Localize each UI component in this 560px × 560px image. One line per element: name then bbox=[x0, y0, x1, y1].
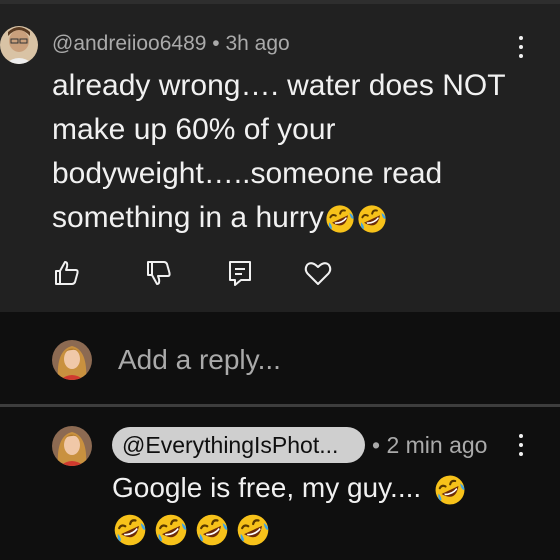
add-reply-input[interactable]: Add a reply... bbox=[118, 344, 281, 376]
rofl-emoji-icon bbox=[153, 512, 189, 548]
reply-body: Google is free, my guy.... bbox=[112, 472, 422, 503]
reply-divider bbox=[0, 404, 560, 407]
mention-chip[interactable]: @EverythingIsPhot... bbox=[112, 427, 365, 463]
comment-meta[interactable]: @andreiioo6489 • 3h ago bbox=[52, 32, 290, 56]
more-options-icon[interactable] bbox=[518, 36, 524, 58]
current-user-avatar bbox=[52, 340, 92, 380]
commenter-avatar[interactable] bbox=[0, 26, 38, 64]
more-options-icon[interactable] bbox=[518, 434, 524, 456]
rofl-emoji-icon bbox=[356, 203, 388, 235]
reply-text: Google is free, my guy.... bbox=[112, 466, 532, 510]
comment-actions bbox=[0, 258, 560, 294]
rofl-emoji-icon bbox=[235, 512, 271, 548]
rofl-emoji-icon bbox=[433, 473, 467, 507]
rofl-emoji-icon bbox=[194, 512, 230, 548]
thumbs-down-icon[interactable] bbox=[144, 258, 174, 288]
reply-meta: • 2 min ago bbox=[372, 432, 488, 458]
rofl-emoji-icon bbox=[324, 203, 356, 235]
reply-author-avatar[interactable] bbox=[52, 426, 92, 466]
comment-body: already wrong…. water does NOT make up 6… bbox=[52, 69, 505, 234]
reply-emoji-row bbox=[112, 512, 276, 548]
thumbs-up-icon[interactable] bbox=[52, 258, 82, 288]
reply-icon[interactable] bbox=[225, 258, 255, 288]
comment-text: already wrong…. water does NOT make up 6… bbox=[52, 64, 522, 240]
heart-icon[interactable] bbox=[303, 258, 333, 288]
top-divider bbox=[0, 0, 560, 4]
rofl-emoji-icon bbox=[112, 512, 148, 548]
comment-card: @andreiioo6489 • 3h ago already wrong…. … bbox=[0, 0, 560, 312]
